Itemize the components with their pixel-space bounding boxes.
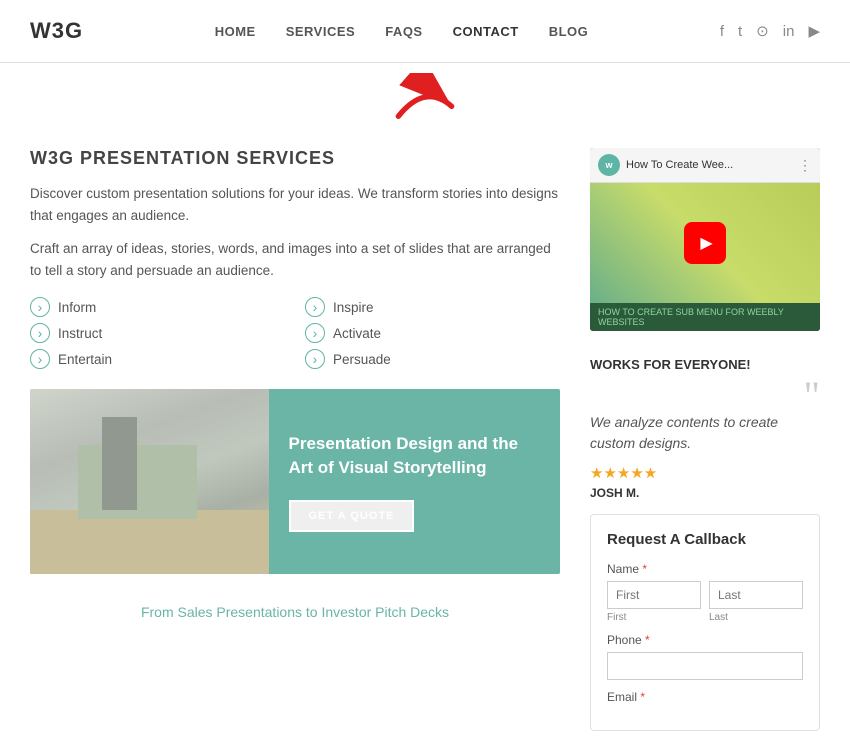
arrow-pointer — [0, 63, 850, 138]
testimonial-section: WORKS FOR EVERYONE! " We analyze content… — [590, 347, 820, 514]
last-name-input[interactable] — [709, 581, 803, 609]
description-1: Discover custom presentation solutions f… — [30, 183, 560, 226]
video-bottom-bar: HOW TO CREATE SUB MENU FOR WEEBLY WEBSIT… — [590, 303, 820, 331]
banner-photo — [30, 389, 269, 574]
email-label: Email * — [607, 690, 803, 704]
star-rating: ★★★★★ — [590, 464, 820, 482]
email-required: * — [640, 690, 645, 704]
features-grid: Inform Inspire Instruct Activate Enterta… — [30, 297, 560, 369]
description-2: Craft an array of ideas, stories, words,… — [30, 238, 560, 281]
chevron-instruct-icon — [30, 323, 50, 343]
first-sublabel: First — [607, 612, 701, 623]
video-thumbnail[interactable] — [590, 183, 820, 303]
callback-title: Request A Callback — [607, 531, 803, 548]
video-box: w How To Create Wee... ⋮ HOW TO CREATE S… — [590, 148, 820, 331]
section-title: W3G PRESENTATION SERVICES — [30, 148, 560, 169]
video-header: w How To Create Wee... ⋮ — [590, 148, 820, 183]
main-content: W3G PRESENTATION SERVICES Discover custo… — [0, 138, 850, 751]
video-bottom-text: HOW TO CREATE SUB MENU FOR WEEBLY WEBSIT… — [598, 307, 812, 327]
chevron-persuade-icon — [305, 349, 325, 369]
quote-mark-icon: " — [804, 380, 820, 412]
feature-inspire-label: Inspire — [333, 300, 374, 315]
last-sublabel: Last — [709, 612, 803, 623]
feature-inform: Inform — [30, 297, 285, 317]
main-nav: HOME SERVICES FAQS CONTACT BLOG — [215, 24, 589, 39]
feature-entertain-label: Entertain — [58, 352, 112, 367]
youtube-icon[interactable]: ▶ — [808, 22, 820, 40]
name-required: * — [642, 562, 647, 576]
name-fields-row: First Last — [607, 581, 803, 623]
first-name-wrap: First — [607, 581, 701, 623]
testimonial-section-title: WORKS FOR EVERYONE! — [590, 357, 820, 372]
phone-field-group: Phone * — [607, 633, 803, 680]
banner-image — [30, 389, 269, 574]
site-header: W3G HOME SERVICES FAQS CONTACT BLOG f t … — [0, 0, 850, 63]
feature-activate: Activate — [305, 323, 560, 343]
site-logo: W3G — [30, 18, 83, 44]
email-field-group: Email * — [607, 690, 803, 704]
chevron-inspire-icon — [305, 297, 325, 317]
nav-blog[interactable]: BLOG — [549, 24, 589, 39]
video-header-left: w How To Create Wee... — [598, 154, 733, 176]
right-sidebar: w How To Create Wee... ⋮ HOW TO CREATE S… — [590, 148, 820, 731]
video-menu-icon[interactable]: ⋮ — [798, 157, 812, 174]
phone-label: Phone * — [607, 633, 803, 647]
instagram-icon[interactable]: ⊙ — [756, 22, 769, 40]
banner-heading: Presentation Design and the Art of Visua… — [289, 432, 541, 480]
chevron-inform-icon — [30, 297, 50, 317]
first-name-input[interactable] — [607, 581, 701, 609]
nav-faqs[interactable]: FAQS — [385, 24, 422, 39]
chevron-activate-icon — [305, 323, 325, 343]
feature-activate-label: Activate — [333, 326, 381, 341]
bottom-tagline: From Sales Presentations to Investor Pit… — [30, 594, 560, 630]
feature-instruct-label: Instruct — [58, 326, 102, 341]
last-name-wrap: Last — [709, 581, 803, 623]
feature-inform-label: Inform — [58, 300, 96, 315]
callback-form: Request A Callback Name * First Last — [590, 514, 820, 731]
feature-persuade-label: Persuade — [333, 352, 391, 367]
feature-persuade: Persuade — [305, 349, 560, 369]
testimonial-author: JOSH M. — [590, 486, 820, 500]
feature-entertain: Entertain — [30, 349, 285, 369]
twitter-icon[interactable]: t — [738, 23, 742, 40]
facebook-icon[interactable]: f — [720, 23, 724, 40]
arrow-icon — [385, 73, 465, 133]
get-quote-button[interactable]: GET A QUOTE — [289, 500, 415, 532]
feature-inspire: Inspire — [305, 297, 560, 317]
nav-services[interactable]: SERVICES — [286, 24, 356, 39]
phone-required: * — [645, 633, 650, 647]
feature-instruct: Instruct — [30, 323, 285, 343]
play-button-icon[interactable] — [684, 222, 726, 264]
video-channel-avatar: w — [598, 154, 620, 176]
name-field-group: Name * First Last — [607, 562, 803, 623]
nav-home[interactable]: HOME — [215, 24, 256, 39]
video-title: How To Create Wee... — [626, 159, 733, 171]
name-label: Name * — [607, 562, 803, 576]
phone-input[interactable] — [607, 652, 803, 680]
social-links: f t ⊙ in ▶ — [720, 22, 820, 40]
chevron-entertain-icon — [30, 349, 50, 369]
banner-text-area: Presentation Design and the Art of Visua… — [269, 389, 561, 574]
nav-contact[interactable]: CONTACT — [453, 24, 519, 39]
left-column: W3G PRESENTATION SERVICES Discover custo… — [30, 148, 590, 731]
promo-banner: Presentation Design and the Art of Visua… — [30, 389, 560, 574]
linkedin-icon[interactable]: in — [783, 23, 795, 40]
testimonial-quote: We analyze contents to create custom des… — [590, 412, 820, 454]
